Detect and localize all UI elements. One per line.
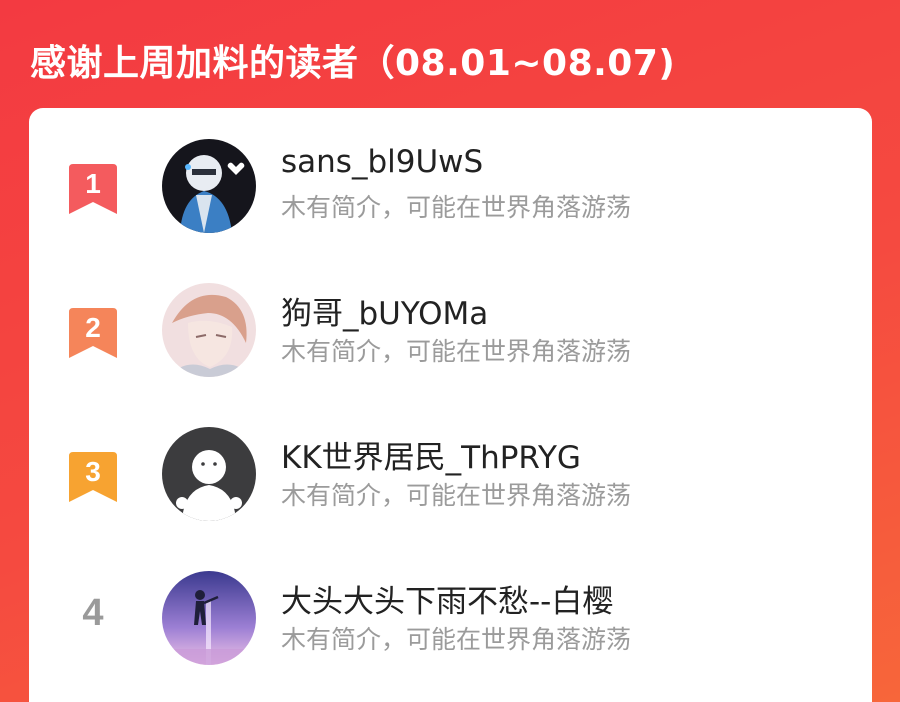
rank-number-4: 4 <box>82 592 104 634</box>
avatar-3[interactable] <box>162 427 256 521</box>
reader-row-4[interactable]: 4 大头大头下雨不愁--白樱 木有简介，可能在世界角落游荡 <box>29 568 872 668</box>
reader-bio: 木有简介，可能在世界角落游荡 <box>281 481 632 510</box>
page-title: 感谢上周加料的读者（08.01~08.07) <box>30 43 676 84</box>
rank-number-3: 3 <box>85 456 101 487</box>
reader-name[interactable]: 狗哥_bUYOMa <box>281 288 488 333</box>
avatar-4[interactable] <box>162 571 256 665</box>
rank-number-2: 2 <box>85 312 101 343</box>
reader-row-2[interactable]: 2 狗哥_bUYOMa 木有简介，可能在世界角落游荡 <box>29 280 872 380</box>
reader-bio: 木有简介，可能在世界角落游荡 <box>281 625 632 654</box>
reader-row-1[interactable]: 1 sans_bl9UwS 木有简介，可能在世界角落游荡 <box>29 136 872 236</box>
avatar-2[interactable] <box>162 283 256 377</box>
rank-badge-3: 3 <box>69 452 117 502</box>
reader-bio: 木有简介，可能在世界角落游荡 <box>281 337 632 366</box>
reader-name[interactable]: 大头大头下雨不愁--白樱 <box>281 576 613 621</box>
reader-name[interactable]: sans_bl9UwS <box>281 144 483 180</box>
avatar-1[interactable] <box>162 139 256 233</box>
rank-badge-2: 2 <box>69 308 117 358</box>
reader-list-card: 1 sans_bl9UwS 木有简介，可能在世界角落游荡 2 狗哥_bUYOMa… <box>29 108 872 702</box>
rank-badge-1: 1 <box>69 164 117 214</box>
reader-bio: 木有简介，可能在世界角落游荡 <box>281 193 632 222</box>
rank-number-1: 1 <box>85 168 101 199</box>
reader-name[interactable]: KK世界居民_ThPRYG <box>281 432 581 477</box>
reader-row-3[interactable]: 3 KK世界居民_ThPRYG 木有简介，可能在世界角落游荡 <box>29 424 872 524</box>
